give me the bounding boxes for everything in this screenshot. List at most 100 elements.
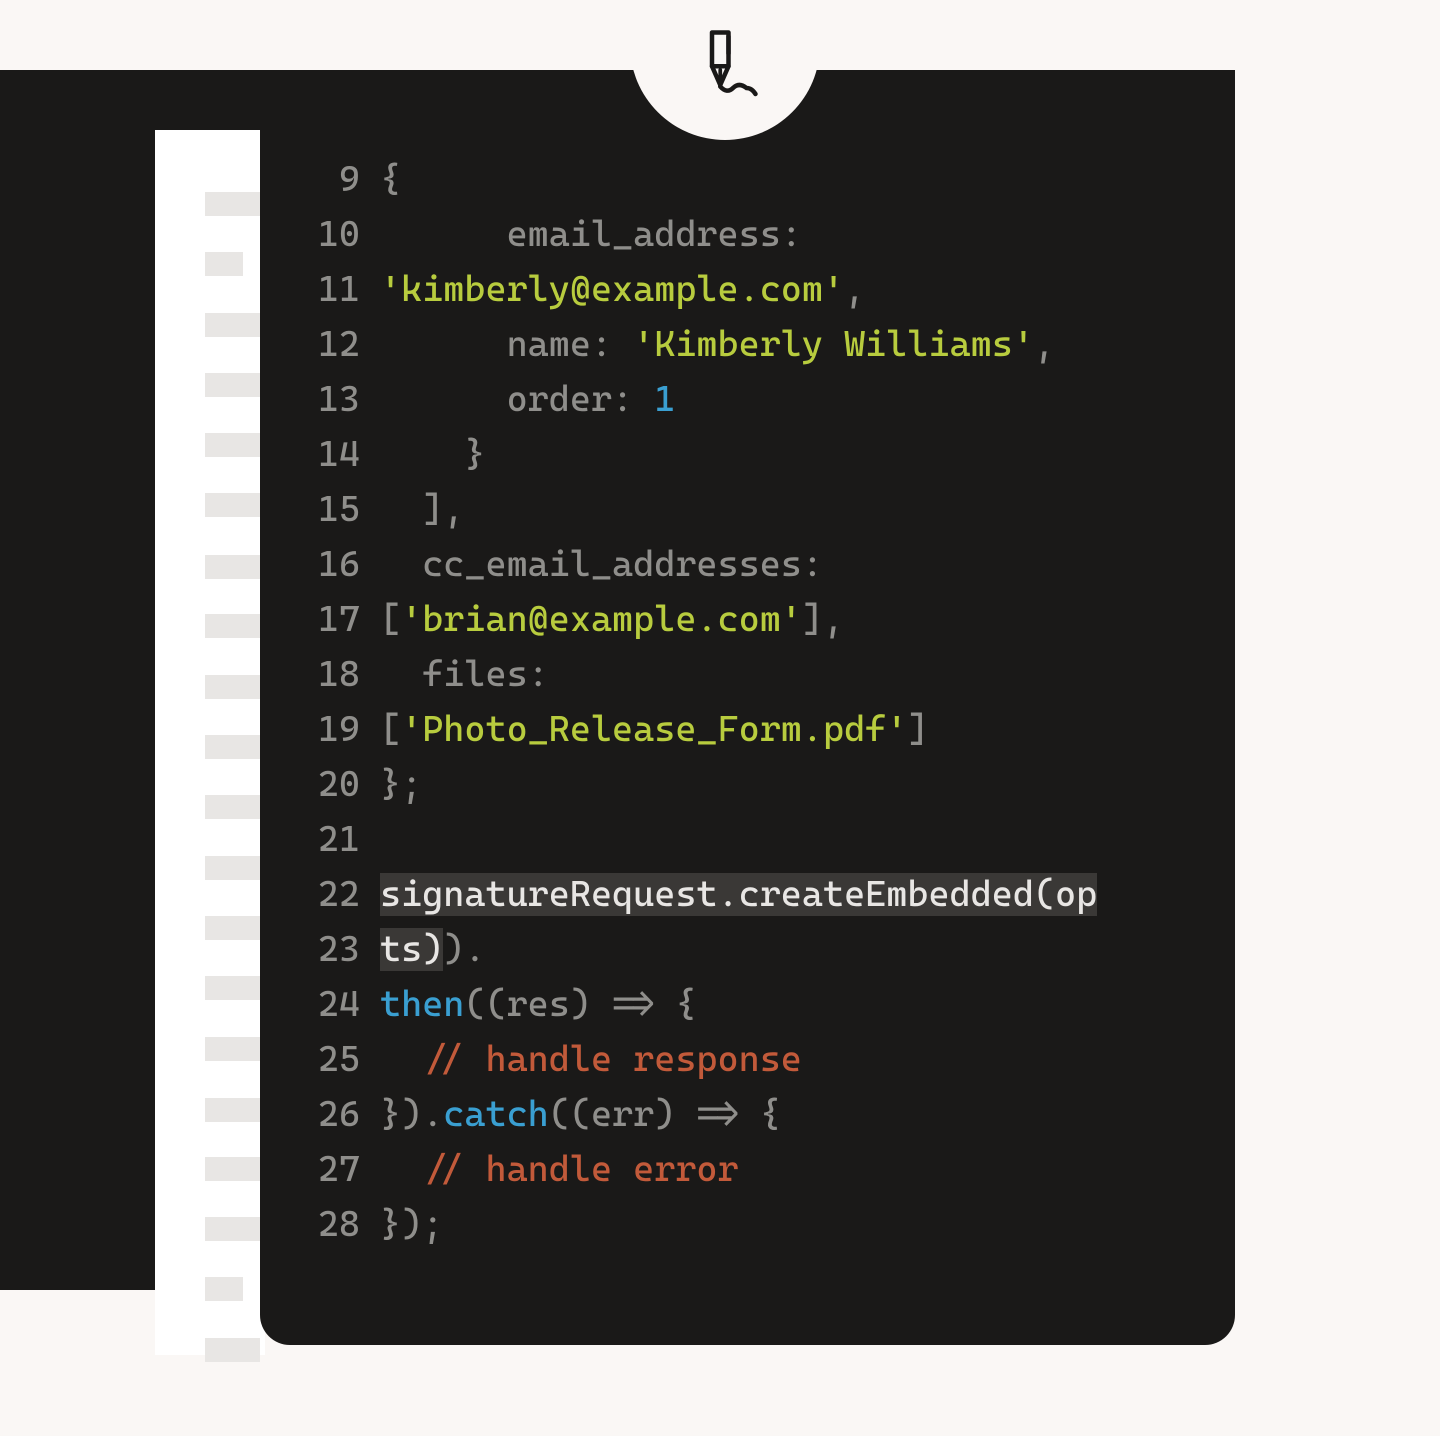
- line-content[interactable]: ['Photo_Release_Form.pdf']: [380, 702, 928, 757]
- line-number: 10: [300, 207, 360, 262]
- line-content[interactable]: });: [380, 1197, 443, 1252]
- code-token-method: then: [380, 984, 464, 1025]
- line-number: 15: [300, 482, 360, 537]
- code-line[interactable]: 26}).catch((err) => {: [300, 1087, 1235, 1142]
- code-line[interactable]: 17 ['brian@example.com'],: [300, 592, 1235, 647]
- line-content[interactable]: // handle response: [380, 1032, 802, 1087]
- code-token-punct: };: [380, 764, 422, 805]
- document-text-line: [205, 252, 243, 276]
- document-text-line: [205, 916, 260, 940]
- code-line[interactable]: 14 }: [300, 427, 1235, 482]
- document-text-line: [205, 1338, 260, 1362]
- code-token-punct: }).: [380, 1094, 443, 1135]
- line-content[interactable]: cc_email_addresses:: [380, 537, 823, 592]
- code-token-string: 'brian@example.com': [401, 599, 802, 640]
- document-text-line: [205, 1098, 260, 1122]
- code-token-punct: {: [380, 159, 401, 200]
- line-number: 22: [300, 867, 360, 922]
- document-text-line: [205, 555, 260, 579]
- line-number: 9: [300, 152, 360, 207]
- document-text-line: [205, 735, 260, 759]
- code-line[interactable]: 18 files:: [300, 647, 1235, 702]
- line-number: 26: [300, 1087, 360, 1142]
- code-line[interactable]: 16 cc_email_addresses:: [300, 537, 1235, 592]
- document-text-line: [205, 433, 260, 457]
- code-line[interactable]: 25 // handle response: [300, 1032, 1235, 1087]
- code-content[interactable]: 9{10 email_address:11'kimberly@example.c…: [300, 152, 1235, 1252]
- code-line[interactable]: 28});: [300, 1197, 1235, 1252]
- code-line[interactable]: 24then((res) => {: [300, 977, 1235, 1032]
- code-token-punct: [: [380, 709, 401, 750]
- line-content[interactable]: name: 'Kimberly Williams',: [380, 317, 1055, 372]
- code-line[interactable]: 22 signatureRequest.createEmbedded(op: [300, 867, 1235, 922]
- line-content[interactable]: signatureRequest.createEmbedded(op: [380, 867, 1097, 922]
- code-token-punct: ((res) => {: [464, 984, 696, 1025]
- line-number: 23: [300, 922, 360, 977]
- line-number: 21: [300, 812, 360, 867]
- document-text-line: [205, 192, 260, 216]
- code-token-comment: // handle error: [380, 1149, 739, 1190]
- document-text-line: [205, 614, 260, 638]
- code-line[interactable]: 10 email_address:: [300, 207, 1235, 262]
- line-content[interactable]: order: 1: [380, 372, 675, 427]
- code-line[interactable]: 15 ],: [300, 482, 1235, 537]
- document-text-line: [205, 313, 260, 337]
- line-number: 18: [300, 647, 360, 702]
- line-number: 28: [300, 1197, 360, 1252]
- line-content[interactable]: {: [380, 152, 401, 207]
- line-content[interactable]: then((res) => {: [380, 977, 696, 1032]
- code-line[interactable]: 21: [300, 812, 1235, 867]
- code-line[interactable]: 12 name: 'Kimberly Williams',: [300, 317, 1235, 372]
- code-line[interactable]: 20};: [300, 757, 1235, 812]
- document-text-line: [205, 1277, 243, 1301]
- code-token-punct: }: [380, 434, 485, 475]
- code-token-punct: ]: [907, 709, 928, 750]
- document-text-line: [205, 795, 260, 819]
- code-line[interactable]: 13 order: 1: [300, 372, 1235, 427]
- code-token-punct: ((err) => {: [549, 1094, 781, 1135]
- line-number: 27: [300, 1142, 360, 1197]
- line-number: 17: [300, 592, 360, 647]
- document-text-line: [205, 493, 260, 517]
- line-content[interactable]: ['brian@example.com'],: [380, 592, 844, 647]
- code-line[interactable]: 19 ['Photo_Release_Form.pdf']: [300, 702, 1235, 757]
- line-content[interactable]: files:: [380, 647, 549, 702]
- line-content[interactable]: 'kimberly@example.com',: [380, 262, 865, 317]
- code-token-key: order:: [380, 379, 654, 420]
- code-line[interactable]: 27 // handle error: [300, 1142, 1235, 1197]
- line-number: 16: [300, 537, 360, 592]
- code-token-num: 1: [654, 379, 675, 420]
- line-number: 20: [300, 757, 360, 812]
- line-content[interactable]: }: [380, 427, 485, 482]
- line-number: 14: [300, 427, 360, 482]
- code-token-punct: ,: [844, 269, 865, 310]
- code-token-string: 'Photo_Release_Form.pdf': [401, 709, 907, 750]
- line-content[interactable]: ],: [380, 482, 464, 537]
- document-text-line: [205, 1157, 260, 1181]
- code-token-method: catch: [443, 1094, 548, 1135]
- code-token-punct: });: [380, 1204, 443, 1245]
- document-text-line: [205, 675, 260, 699]
- code-token-string: 'Kimberly Williams': [633, 324, 1034, 365]
- code-line[interactable]: 11 'kimberly@example.com',: [300, 262, 1235, 317]
- line-number: 13: [300, 372, 360, 427]
- code-token-punct: ],: [802, 599, 844, 640]
- document-text-line: [205, 856, 260, 880]
- document-text-line: [205, 1217, 260, 1241]
- line-content[interactable]: };: [380, 757, 422, 812]
- line-content[interactable]: // handle error: [380, 1142, 739, 1197]
- code-token-key: cc_email_addresses:: [380, 544, 823, 585]
- line-content[interactable]: }).catch((err) => {: [380, 1087, 781, 1142]
- line-content[interactable]: ts)).: [380, 922, 485, 977]
- code-line[interactable]: 23 ts)).: [300, 922, 1235, 977]
- code-token-string: 'kimberly@example.com': [380, 269, 844, 310]
- code-token-highlight: signatureRequest.createEmbedded(op: [380, 873, 1097, 916]
- line-number: 11: [300, 262, 360, 317]
- code-line[interactable]: 9{: [300, 152, 1235, 207]
- line-number: 12: [300, 317, 360, 372]
- line-content[interactable]: email_address:: [380, 207, 802, 262]
- line-number: 19: [300, 702, 360, 757]
- line-number: 25: [300, 1032, 360, 1087]
- code-token-key: files:: [380, 654, 549, 695]
- code-token-punct: ],: [380, 489, 464, 530]
